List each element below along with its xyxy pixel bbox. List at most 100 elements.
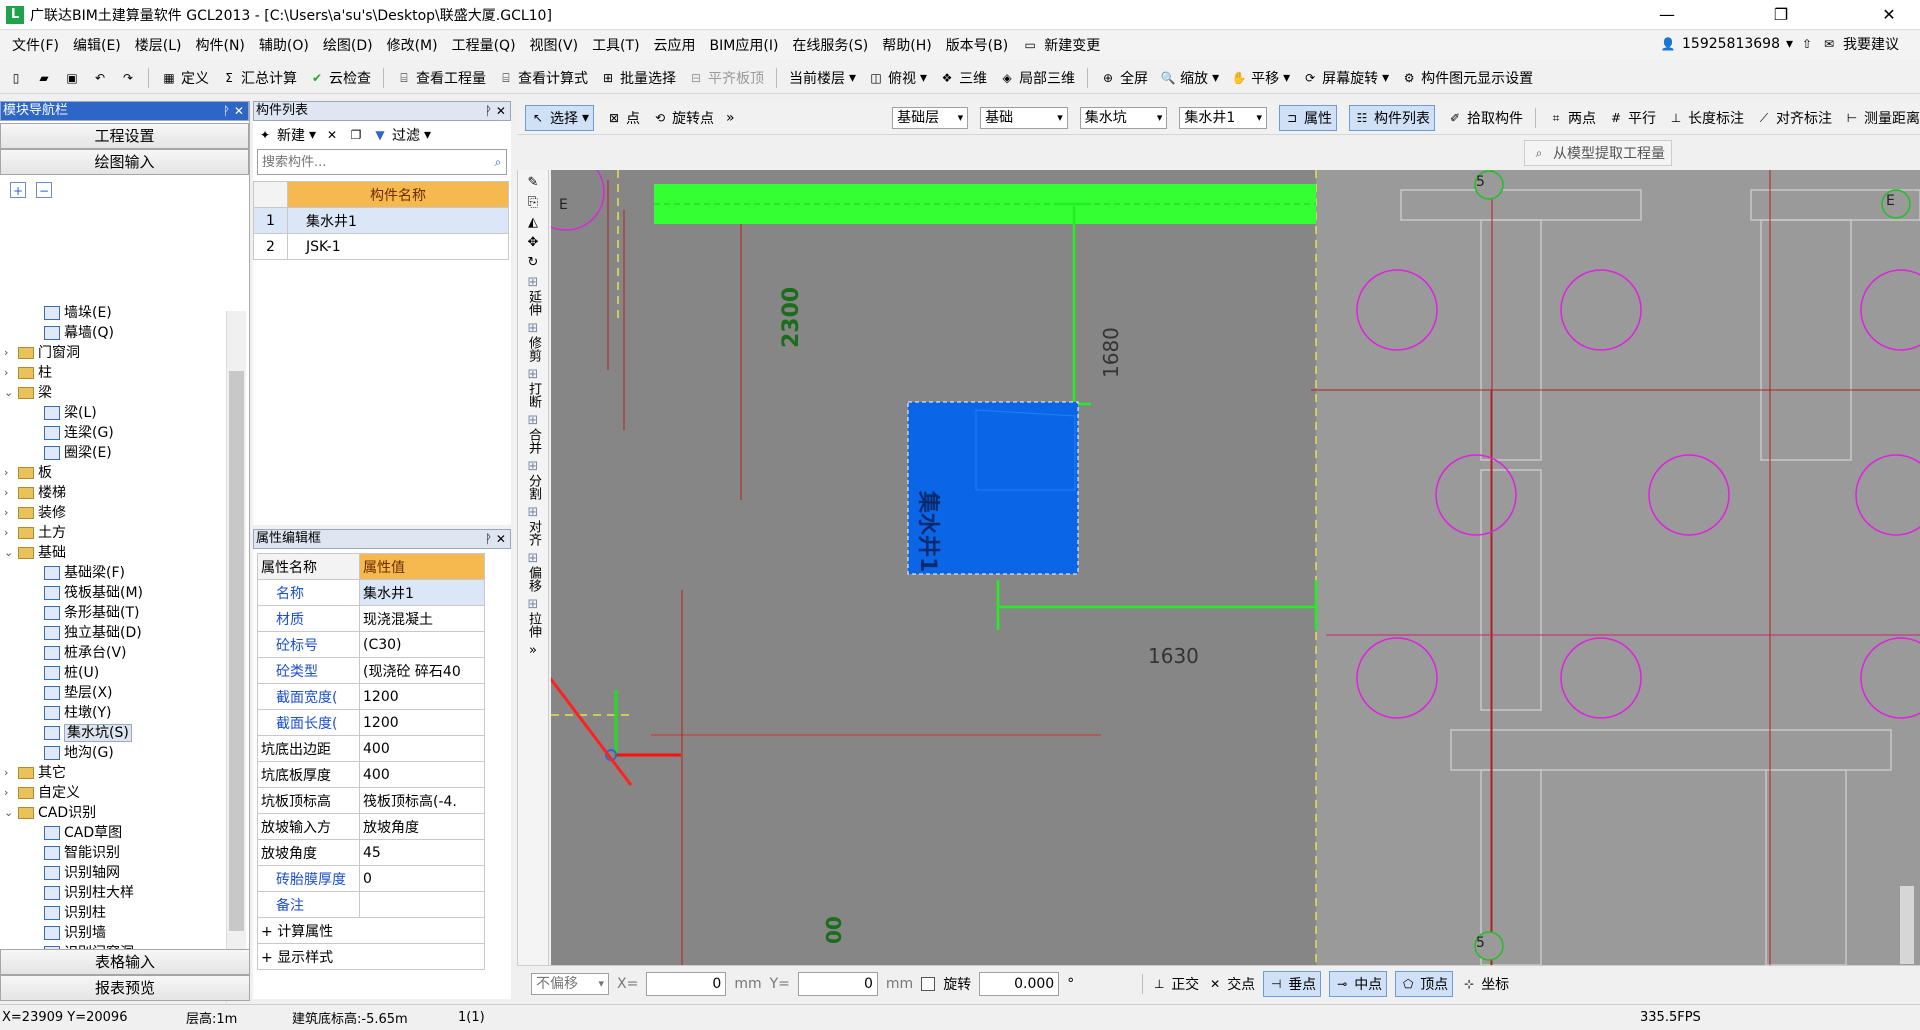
parallel-button[interactable]: # 平行 bbox=[1608, 108, 1656, 128]
project-settings-button[interactable]: 工程设置 bbox=[0, 123, 249, 149]
property-value[interactable]: 400 bbox=[359, 761, 485, 788]
save-icon[interactable]: ▣ bbox=[64, 70, 80, 86]
tree-item[interactable]: 幕墙(Q) bbox=[0, 323, 250, 343]
menu-bim[interactable]: BIM应用(I) bbox=[710, 35, 779, 55]
menu-help[interactable]: 帮助(H) bbox=[882, 35, 931, 55]
flat-top-button[interactable]: ⊟ 平齐板顶 bbox=[688, 68, 764, 88]
category-select[interactable]: 基础 bbox=[980, 106, 1068, 129]
vertical-tool-0[interactable]: ⊞ 延伸 bbox=[519, 276, 547, 317]
tree-item[interactable]: 筏板基础(M) bbox=[0, 583, 250, 603]
minimize-button[interactable]: — bbox=[1644, 0, 1690, 29]
property-row[interactable]: 砼类型 (现浇砼 碎石40 bbox=[257, 657, 485, 684]
menu-tools[interactable]: 工具(T) bbox=[592, 35, 639, 55]
vertex-toggle[interactable]: ⬠ 顶点 bbox=[1395, 970, 1454, 997]
fullscreen-button[interactable]: ⊕ 全屏 bbox=[1100, 68, 1148, 88]
expand-arrow-icon[interactable]: › bbox=[4, 763, 8, 783]
view-quantity-button[interactable]: ⌸ 查看工程量 bbox=[396, 68, 486, 88]
expand-plus-icon[interactable]: + bbox=[261, 924, 277, 940]
copy-tool-icon[interactable]: ⎘ bbox=[519, 196, 547, 210]
rotate-point-button[interactable]: ⟲ 旋转点 bbox=[652, 108, 714, 128]
display-settings-button[interactable]: ⚙ 构件图元显示设置 bbox=[1401, 68, 1533, 88]
property-value[interactable]: (C30) bbox=[359, 631, 485, 658]
expand-all-icon[interactable]: + bbox=[10, 182, 26, 198]
tree-item[interactable]: › 其它 bbox=[0, 763, 250, 783]
tree-item[interactable]: › 板 bbox=[0, 463, 250, 483]
coordinate-toggle[interactable]: ⊹ 坐标 bbox=[1461, 974, 1509, 994]
property-row[interactable]: 放坡角度 45 bbox=[257, 839, 485, 866]
tree-item[interactable]: 垫层(X) bbox=[0, 683, 250, 703]
scrollbar-thumb[interactable] bbox=[229, 371, 244, 931]
vertical-tool-1[interactable]: ⊞ 修剪 bbox=[519, 322, 547, 363]
property-value[interactable]: 集水井1 bbox=[359, 579, 485, 606]
tree-item[interactable]: 识别墙 bbox=[0, 923, 250, 943]
redo-icon[interactable]: ↷ bbox=[120, 70, 136, 86]
table-row[interactable]: 2 JSK-1 bbox=[253, 233, 509, 260]
property-row[interactable]: 截面宽度(1200 bbox=[257, 683, 485, 710]
property-group-row[interactable]: + 计算属性 bbox=[257, 917, 485, 944]
two-points-button[interactable]: ⌗ 两点 bbox=[1548, 108, 1596, 128]
property-value[interactable]: 现浇混凝土 bbox=[359, 605, 485, 632]
filter-button[interactable]: ▼ 过滤 ▾ bbox=[372, 125, 431, 145]
property-row[interactable]: 坑板顶标高 筏板顶标高(-4. bbox=[257, 787, 485, 814]
mirror-icon[interactable]: ◭ bbox=[519, 216, 547, 230]
move-icon[interactable]: ✥ bbox=[519, 236, 547, 250]
property-row[interactable]: 坑底出边距 400 bbox=[257, 735, 485, 762]
vertical-tool-7[interactable]: ⊞ 拉伸 bbox=[519, 598, 547, 639]
property-toggle[interactable]: ⊐ 属性 bbox=[1279, 104, 1338, 131]
panel-close-icon[interactable]: ᚹ ✕ bbox=[485, 102, 506, 120]
align-mark-button[interactable]: ⟋ 对齐标注 bbox=[1756, 108, 1832, 128]
vertical-tool-3[interactable]: ⊞ 合并 bbox=[519, 414, 547, 455]
panel-close-icon[interactable]: ᚹ ✕ bbox=[485, 530, 506, 548]
intersect-toggle[interactable]: ✕ 交点 bbox=[1207, 974, 1255, 994]
table-row[interactable]: 1 集水井1 bbox=[253, 207, 509, 234]
maximize-button[interactable]: ❐ bbox=[1758, 0, 1804, 29]
expand-arrow-icon[interactable]: › bbox=[4, 523, 8, 543]
tree-item[interactable]: ⌄ 基础 bbox=[0, 543, 250, 563]
tree-item[interactable]: CAD草图 bbox=[0, 823, 250, 843]
search-input[interactable] bbox=[258, 150, 490, 174]
property-group-row[interactable]: + 显示样式 bbox=[257, 943, 485, 970]
vertical-tool-6[interactable]: ⊞ 偏移 bbox=[519, 552, 547, 593]
expand-plus-icon[interactable]: + bbox=[261, 950, 277, 966]
perpendicular-toggle[interactable]: ⊣ 垂点 bbox=[1263, 970, 1322, 997]
component-list-toggle[interactable]: ☷ 构件列表 bbox=[1349, 104, 1436, 131]
tree-item[interactable]: 梁(L) bbox=[0, 403, 250, 423]
offset-select[interactable]: 不偏移 bbox=[531, 972, 609, 995]
y-offset-input[interactable]: 0 bbox=[797, 971, 878, 996]
tree-item[interactable]: 墙垛(E) bbox=[0, 303, 250, 323]
open-folder-icon[interactable]: ▰ bbox=[36, 70, 52, 86]
menu-floor[interactable]: 楼层(L) bbox=[135, 35, 182, 55]
property-value[interactable]: 1200 bbox=[359, 709, 485, 736]
collapse-all-icon[interactable]: − bbox=[36, 182, 52, 198]
suggest-link[interactable]: 我要建议 bbox=[1843, 34, 1899, 54]
expand-arrow-icon[interactable]: › bbox=[4, 483, 8, 503]
menu-component[interactable]: 构件(N) bbox=[196, 35, 245, 55]
tree-item[interactable]: 智能识别 bbox=[0, 843, 250, 863]
menu-auxiliary[interactable]: 辅助(O) bbox=[259, 35, 309, 55]
property-row[interactable]: 砼标号 (C30) bbox=[257, 631, 485, 658]
property-value[interactable]: 筏板顶标高(-4. bbox=[359, 787, 485, 814]
close-button[interactable]: ✕ bbox=[1866, 0, 1912, 29]
pin-icon[interactable]: ᚹ ✕ bbox=[223, 102, 244, 120]
view-formula-button[interactable]: ⌸ 查看计算式 bbox=[498, 68, 588, 88]
expand-arrow-icon[interactable]: › bbox=[4, 463, 8, 483]
rotate-screen-button[interactable]: ⟳ 屏幕旋转 ▾ bbox=[1302, 68, 1389, 88]
select-button[interactable]: ↖ 选择 ▾ bbox=[525, 104, 595, 131]
expand-arrow-icon[interactable]: › bbox=[4, 503, 8, 523]
property-value[interactable]: 400 bbox=[359, 735, 485, 762]
property-row[interactable]: 名称 集水井1 bbox=[257, 579, 485, 606]
cloud-check-button[interactable]: ✔ 云检查 bbox=[309, 68, 371, 88]
tree-item[interactable]: 连梁(G) bbox=[0, 423, 250, 443]
tree-item[interactable]: 识别柱大样 bbox=[0, 883, 250, 903]
length-mark-button[interactable]: ⊥ 长度标注 bbox=[1668, 108, 1744, 128]
expand-arrow-icon[interactable]: › bbox=[4, 343, 8, 363]
property-value[interactable]: (现浇砼 碎石40 bbox=[359, 657, 485, 684]
tree-item[interactable]: ⌄ CAD识别 bbox=[0, 803, 250, 823]
tree-item[interactable]: › 楼梯 bbox=[0, 483, 250, 503]
expand-arrow-icon[interactable]: › bbox=[4, 783, 8, 803]
batch-select-button[interactable]: ⊞ 批量选择 bbox=[600, 68, 676, 88]
component-select[interactable]: 集水井1 bbox=[1179, 106, 1268, 129]
tree-scrollbar[interactable] bbox=[226, 311, 246, 1030]
rotate-tool-icon[interactable]: ↻ bbox=[519, 256, 547, 270]
type-select[interactable]: 集水坑 bbox=[1079, 106, 1168, 129]
